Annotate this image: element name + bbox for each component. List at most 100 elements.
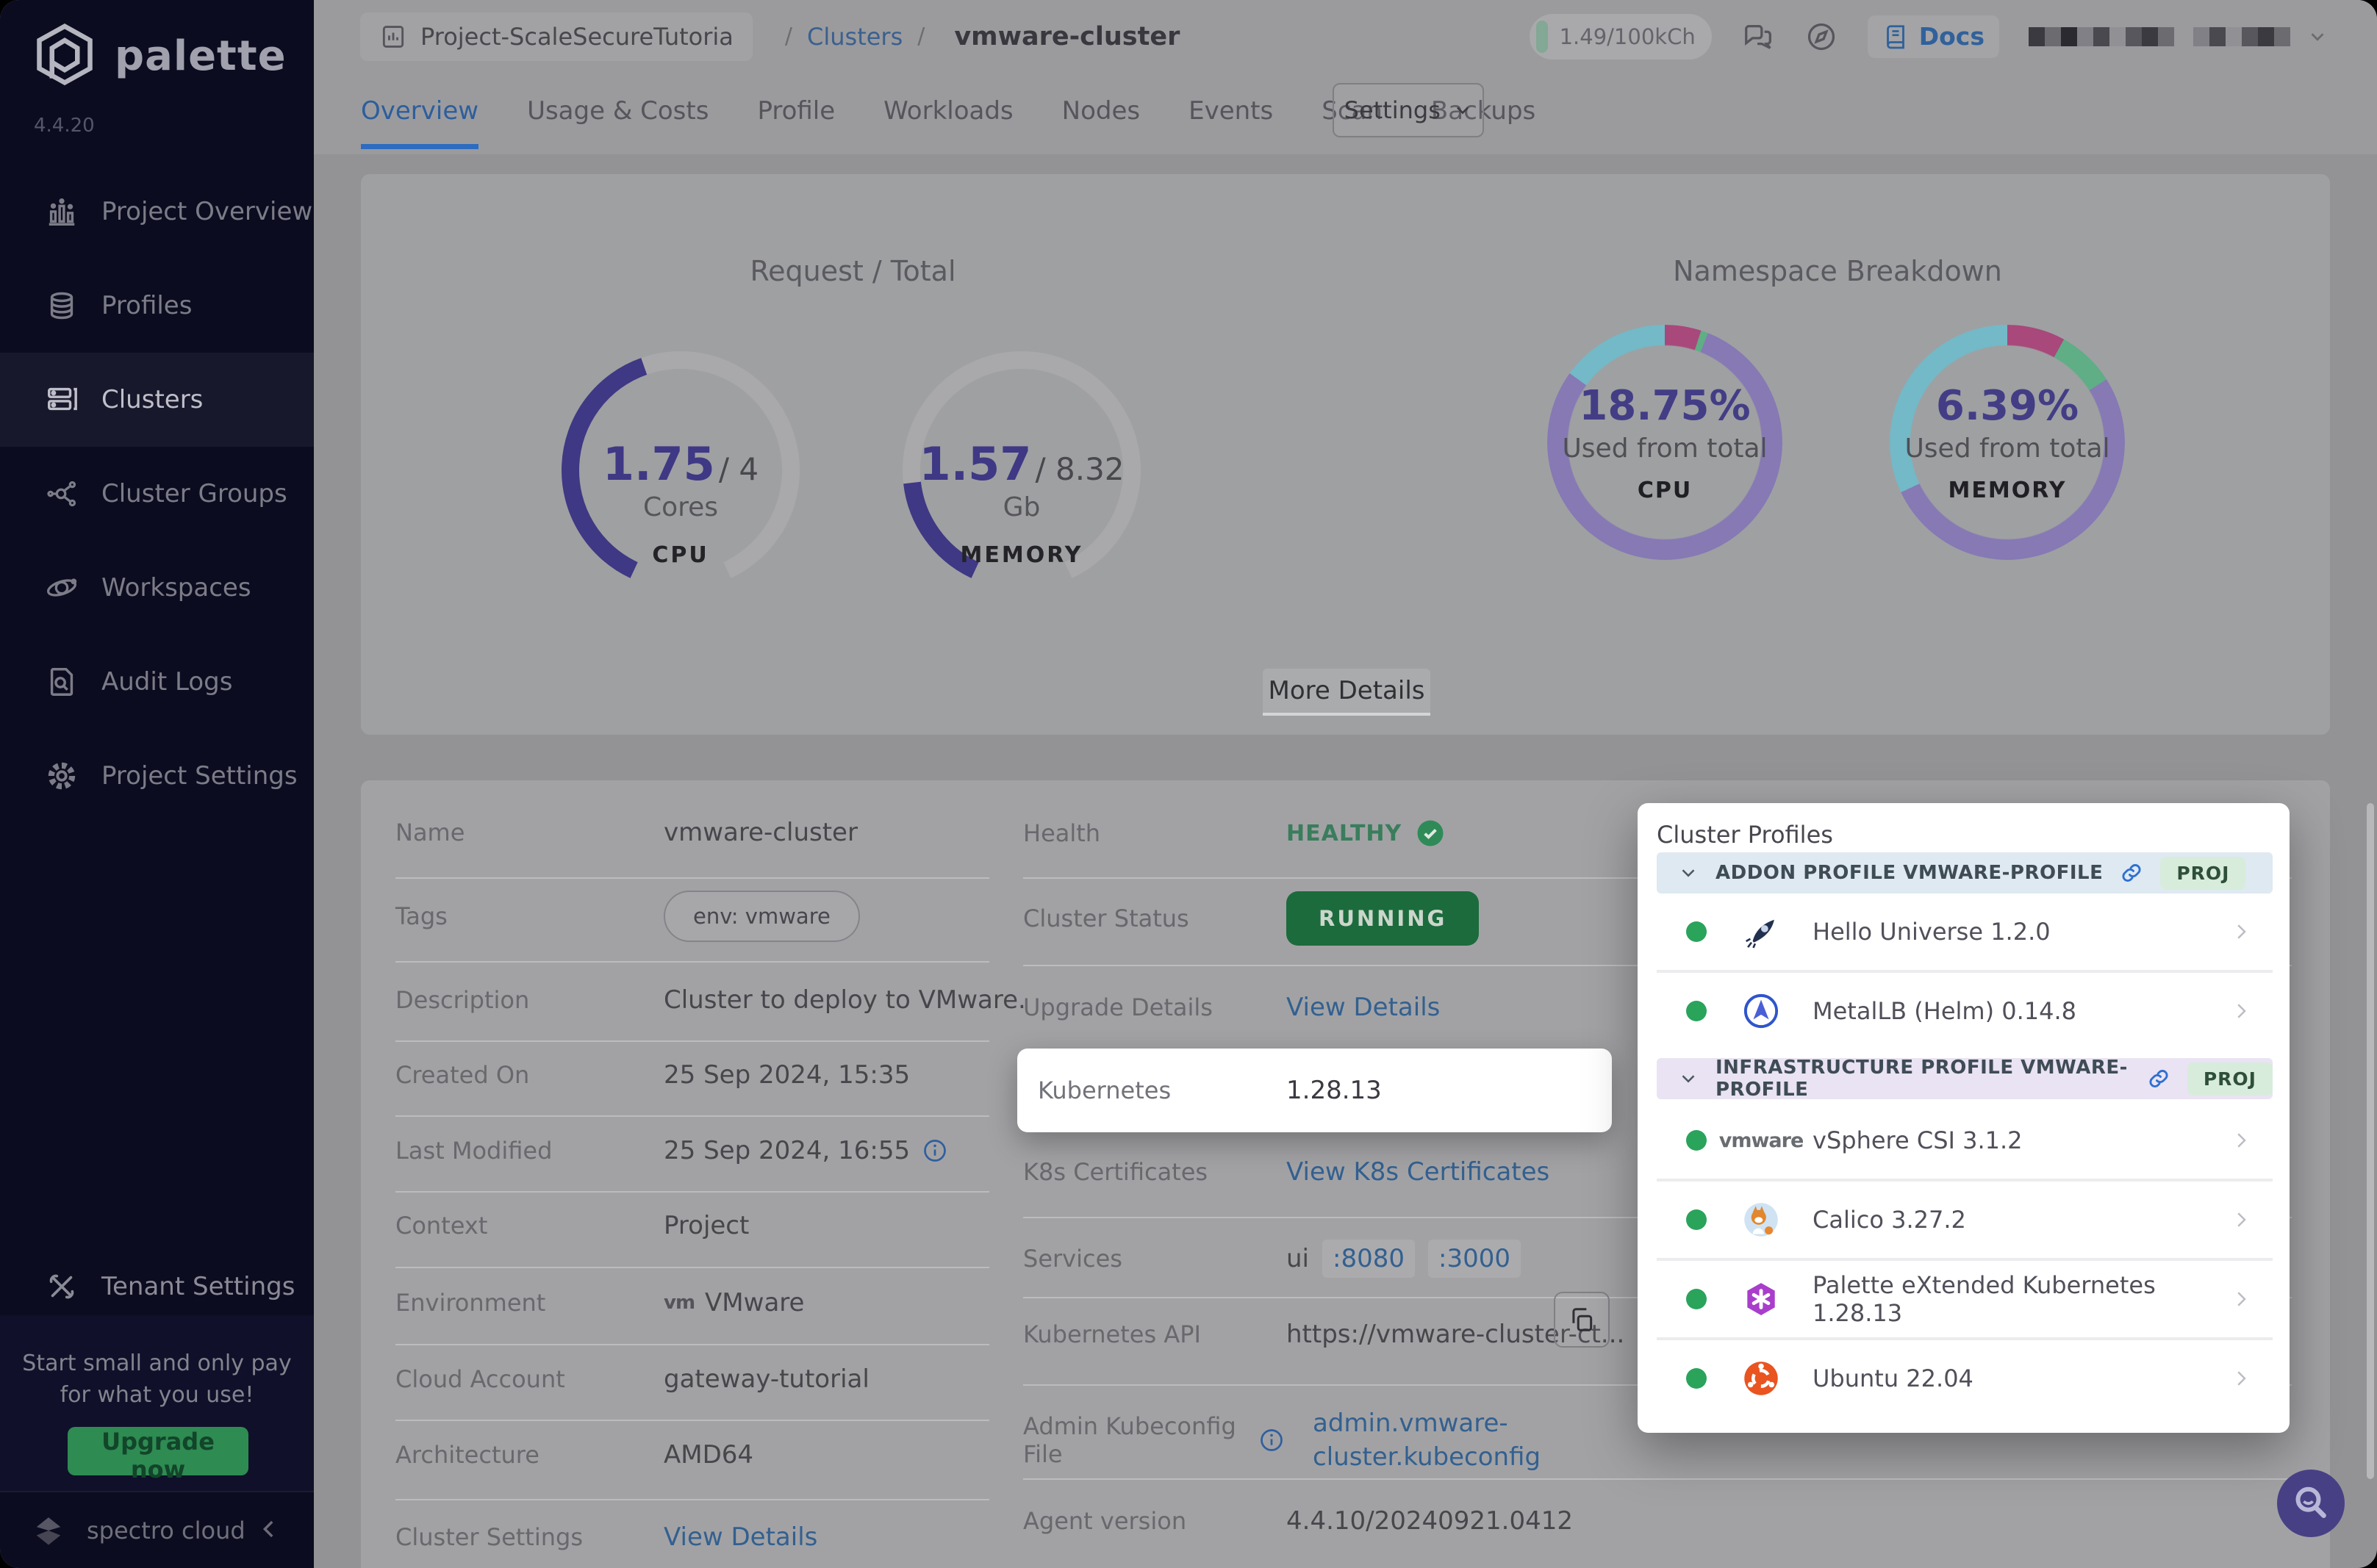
service-port-link[interactable]: :3000	[1427, 1240, 1521, 1278]
upgrade-now-button[interactable]: Upgrade now	[68, 1427, 248, 1484]
namespace-breakdown-title: Namespace Breakdown	[1673, 255, 2002, 287]
breadcrumb-separator: /	[784, 24, 792, 49]
detail-row-context: Context Project	[395, 1211, 750, 1240]
detail-row-environment: Environment vm VMware	[395, 1288, 805, 1317]
sidebar-item-profiles[interactable]: Profiles	[0, 259, 314, 353]
palette-hexagon-icon	[37, 24, 93, 86]
more-details-button[interactable]: More Details	[1263, 669, 1430, 716]
pxk-icon	[1724, 1280, 1798, 1318]
cpu-gauge-value: 1.75 / 4	[602, 437, 759, 491]
cluster-settings-view-details-link[interactable]: View Details	[664, 1522, 817, 1552]
tab-workloads[interactable]: Workloads	[883, 73, 1013, 149]
status-dot-green	[1686, 1368, 1707, 1389]
detail-row-architecture: Architecture AMD64	[395, 1440, 754, 1470]
app-version: 4.4.20	[34, 115, 95, 137]
project-selector-chip[interactable]: Project-ScaleSecureTutoria	[360, 12, 753, 61]
explore-compass-icon[interactable]	[1804, 20, 1838, 54]
health-status: HEALTHY	[1286, 818, 1446, 849]
sidebar-item-label: Profiles	[101, 291, 193, 320]
detail-row-description: Description Cluster to deploy to VMware.	[395, 985, 1026, 1015]
cpu-gauge-label: CPU	[652, 542, 709, 568]
app-window: palette 4.4.20 Project Overview Profiles…	[0, 0, 2377, 1568]
profile-item-vsphere-csi[interactable]: vmware vSphere CSI 3.1.2	[1657, 1102, 2273, 1179]
clusters-icon	[38, 383, 85, 417]
layers-icon	[38, 289, 85, 323]
check-circle-icon	[1417, 820, 1444, 846]
docs-button[interactable]: Docs	[1867, 15, 1999, 58]
profile-item-calico[interactable]: Calico 3.27.2	[1657, 1182, 2273, 1258]
chevron-right-icon	[2230, 1000, 2252, 1022]
sidebar-item-label: Clusters	[101, 385, 204, 414]
view-k8s-certificates-link[interactable]: View K8s Certificates	[1286, 1157, 1549, 1187]
sidebar-footer: spectro cloud	[0, 1491, 314, 1568]
kubeconfig-file-link[interactable]: admin.vmware-	[1313, 1406, 1541, 1440]
topbar: Project-ScaleSecureTutoria / Clusters / …	[314, 0, 2377, 73]
scrollbar[interactable]	[2367, 803, 2374, 1479]
chevron-right-icon	[2230, 1367, 2252, 1389]
tab-usage-costs[interactable]: Usage & Costs	[527, 73, 709, 149]
feedback-chat-icon[interactable]	[1741, 20, 1775, 54]
collapse-sidebar-button[interactable]	[257, 1517, 282, 1544]
memory-gauge-value: 1.57 / 8.32	[919, 437, 1125, 491]
profile-item-metallb[interactable]: MetalLB (Helm) 0.14.8	[1657, 973, 2273, 1049]
upsell-text-line2: for what you use!	[60, 1382, 254, 1408]
sidebar-item-label: Project Overview	[101, 197, 313, 226]
detail-row-created-on: Created On 25 Sep 2024, 15:35	[395, 1060, 911, 1090]
settings-button[interactable]: Settings	[1333, 83, 1485, 137]
info-icon[interactable]	[1258, 1427, 1285, 1453]
chevron-down-icon	[2306, 26, 2328, 48]
detail-row-cloud-account: Cloud Account gateway-tutorial	[395, 1364, 870, 1394]
sidebar-item-label: Project Settings	[101, 761, 298, 791]
kubeconfig-file-link[interactable]: cluster.kubeconfig	[1313, 1440, 1541, 1474]
breadcrumb-clusters-link[interactable]: Clusters	[807, 23, 903, 51]
detail-row-cluster-settings: Cluster Settings View Details	[395, 1522, 818, 1552]
profile-item-ubuntu[interactable]: Ubuntu 22.04	[1657, 1340, 2273, 1417]
tab-events[interactable]: Events	[1188, 73, 1273, 149]
upgrade-view-details-link[interactable]: View Details	[1286, 993, 1440, 1022]
infrastructure-profile-section-header[interactable]: INFRASTRUCTURE PROFILE VMWARE-PROFILE PR…	[1657, 1057, 2273, 1101]
detail-row-cluster-status: Cluster Status RUNNING	[1023, 891, 1480, 946]
sidebar-item-cluster-groups[interactable]: Cluster Groups	[0, 447, 314, 541]
copy-icon[interactable]	[1554, 1292, 1610, 1348]
memory-gauge-label: MEMORY	[960, 542, 1083, 568]
sidebar-item-label: Audit Logs	[101, 667, 233, 697]
info-icon[interactable]	[922, 1137, 948, 1164]
detail-row-kubernetes-api: Kubernetes API https://vmware-cluster-ct…	[1023, 1292, 1624, 1349]
profile-item-palette-extended-kubernetes[interactable]: Palette eXtended Kubernetes 1.28.13	[1657, 1261, 2273, 1337]
palette-logo: palette	[31, 22, 287, 90]
network-icon	[38, 477, 85, 511]
search-fab-button[interactable]	[2277, 1470, 2345, 1537]
user-name-redacted	[2029, 26, 2290, 46]
sidebar-item-tenant-settings[interactable]: Tenant Settings	[0, 1247, 314, 1326]
chevron-right-icon	[2230, 921, 2252, 943]
kubernetes-version-row[interactable]: Kubernetes 1.28.13	[1017, 1049, 1612, 1132]
sidebar-item-project-overview[interactable]: Project Overview	[0, 165, 314, 259]
profile-item-hello-universe[interactable]: Hello Universe 1.2.0	[1657, 893, 2273, 970]
chevron-down-icon	[1677, 862, 1699, 884]
memory-namespace-donut: 6.39% Used from total MEMORY	[1890, 325, 2125, 560]
sidebar-item-project-settings[interactable]: Project Settings	[0, 729, 314, 823]
addon-profile-section-header[interactable]: ADDON PROFILE VMWARE-PROFILE PROJ	[1657, 852, 2273, 893]
sidebar-item-workspaces[interactable]: Workspaces	[0, 541, 314, 635]
service-name: ui	[1286, 1244, 1309, 1273]
spectro-cloud-wordmark: spectro cloud	[87, 1516, 245, 1544]
breadcrumb-current: vmware-cluster	[954, 21, 1180, 51]
breadcrumb-separator: /	[917, 24, 925, 49]
status-dot-green	[1686, 921, 1707, 942]
chevron-right-icon	[2230, 1209, 2252, 1231]
tab-profile[interactable]: Profile	[757, 73, 835, 149]
usage-overview-card: Request / Total Namespace Breakdown 1.75…	[361, 174, 2330, 735]
tab-overview[interactable]: Overview	[361, 73, 478, 149]
project-name: Project-ScaleSecureTutoria	[420, 22, 734, 51]
user-menu[interactable]	[2029, 26, 2328, 48]
metallb-icon	[1724, 992, 1798, 1030]
upsell-text-line1: Start small and only pay	[22, 1351, 292, 1376]
proj-scope-badge: PROJ	[2187, 1062, 2273, 1096]
tab-nodes[interactable]: Nodes	[1062, 73, 1140, 149]
credits-progress	[1535, 20, 1548, 53]
service-port-link[interactable]: :8080	[1322, 1240, 1415, 1278]
sidebar-item-audit-logs[interactable]: Audit Logs	[0, 635, 314, 729]
cpu-gauge-unit: Cores	[642, 492, 719, 522]
proj-scope-badge: PROJ	[2160, 856, 2246, 890]
sidebar-item-clusters[interactable]: Clusters	[0, 353, 314, 447]
